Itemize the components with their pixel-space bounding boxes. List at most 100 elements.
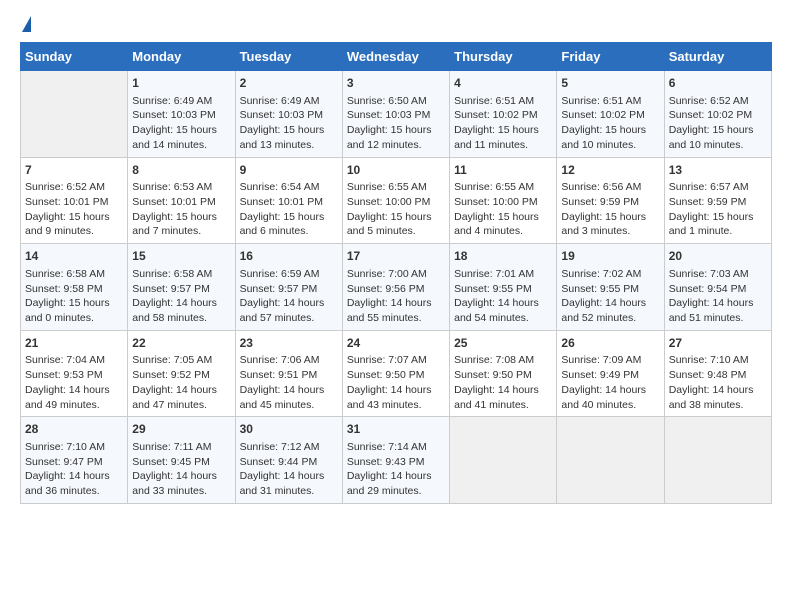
day-info: Sunrise: 7:02 AM Sunset: 9:55 PM Dayligh… <box>561 267 659 326</box>
day-info: Sunrise: 7:09 AM Sunset: 9:49 PM Dayligh… <box>561 353 659 412</box>
day-number: 19 <box>561 248 659 265</box>
day-info: Sunrise: 7:04 AM Sunset: 9:53 PM Dayligh… <box>25 353 123 412</box>
day-info: Sunrise: 7:14 AM Sunset: 9:43 PM Dayligh… <box>347 440 445 499</box>
day-number: 26 <box>561 335 659 352</box>
day-info: Sunrise: 6:58 AM Sunset: 9:57 PM Dayligh… <box>132 267 230 326</box>
day-number: 25 <box>454 335 552 352</box>
day-number: 13 <box>669 162 767 179</box>
calendar-cell: 31 Sunrise: 7:14 AM Sunset: 9:43 PM Dayli… <box>342 417 449 504</box>
calendar-cell: 6 Sunrise: 6:52 AM Sunset: 10:02 PM Dayli… <box>664 71 771 158</box>
day-number: 14 <box>25 248 123 265</box>
calendar-cell: 27Sunrise: 7:10 AM Sunset: 9:48 PM Dayli… <box>664 330 771 417</box>
day-number: 18 <box>454 248 552 265</box>
day-number: 23 <box>240 335 338 352</box>
calendar-cell: 1 Sunrise: 6:49 AM Sunset: 10:03 PM Dayli… <box>128 71 235 158</box>
calendar-cell: 10Sunrise: 6:55 AM Sunset: 10:00 PM Dayl… <box>342 157 449 244</box>
week-row-0: 1 Sunrise: 6:49 AM Sunset: 10:03 PM Dayli… <box>21 71 772 158</box>
header-tuesday: Tuesday <box>235 43 342 71</box>
day-info: Sunrise: 6:55 AM Sunset: 10:00 PM Daylig… <box>454 180 552 239</box>
calendar-cell: 30Sunrise: 7:12 AM Sunset: 9:44 PM Dayli… <box>235 417 342 504</box>
day-info: Sunrise: 6:55 AM Sunset: 10:00 PM Daylig… <box>347 180 445 239</box>
day-number: 31 <box>347 421 445 438</box>
calendar-cell: 20 Sunrise: 7:03 AM Sunset: 9:54 PM Dayli… <box>664 244 771 331</box>
calendar-cell: 29Sunrise: 7:11 AM Sunset: 9:45 PM Dayli… <box>128 417 235 504</box>
day-number: 3 <box>347 75 445 92</box>
calendar-cell: 18 Sunrise: 7:01 AM Sunset: 9:55 PM Dayli… <box>450 244 557 331</box>
calendar-cell: 17Sunrise: 7:00 AM Sunset: 9:56 PM Dayli… <box>342 244 449 331</box>
calendar-cell <box>450 417 557 504</box>
day-number: 9 <box>240 162 338 179</box>
day-info: Sunrise: 7:11 AM Sunset: 9:45 PM Dayligh… <box>132 440 230 499</box>
day-info: Sunrise: 6:57 AM Sunset: 9:59 PM Dayligh… <box>669 180 767 239</box>
calendar-cell: 11Sunrise: 6:55 AM Sunset: 10:00 PM Dayl… <box>450 157 557 244</box>
calendar-cell: 2 Sunrise: 6:49 AM Sunset: 10:03 PM Dayli… <box>235 71 342 158</box>
calendar-cell: 5 Sunrise: 6:51 AM Sunset: 10:02 PM Dayli… <box>557 71 664 158</box>
day-info: Sunrise: 6:59 AM Sunset: 9:57 PM Dayligh… <box>240 267 338 326</box>
logo-triangle-icon <box>22 16 31 32</box>
calendar-cell: 26Sunrise: 7:09 AM Sunset: 9:49 PM Dayli… <box>557 330 664 417</box>
day-info: Sunrise: 6:51 AM Sunset: 10:02 PM Daylig… <box>454 94 552 153</box>
day-number: 11 <box>454 162 552 179</box>
calendar-header: SundayMondayTuesdayWednesdayThursdayFrid… <box>21 43 772 71</box>
day-number: 6 <box>669 75 767 92</box>
day-number: 27 <box>669 335 767 352</box>
calendar-cell: 23Sunrise: 7:06 AM Sunset: 9:51 PM Dayli… <box>235 330 342 417</box>
day-info: Sunrise: 7:10 AM Sunset: 9:48 PM Dayligh… <box>669 353 767 412</box>
day-number: 20 <box>669 248 767 265</box>
header-row: SundayMondayTuesdayWednesdayThursdayFrid… <box>21 43 772 71</box>
day-info: Sunrise: 6:51 AM Sunset: 10:02 PM Daylig… <box>561 94 659 153</box>
calendar-cell: 25Sunrise: 7:08 AM Sunset: 9:50 PM Dayli… <box>450 330 557 417</box>
day-number: 7 <box>25 162 123 179</box>
day-number: 28 <box>25 421 123 438</box>
day-info: Sunrise: 7:03 AM Sunset: 9:54 PM Dayligh… <box>669 267 767 326</box>
calendar-cell: 9Sunrise: 6:54 AM Sunset: 10:01 PM Dayli… <box>235 157 342 244</box>
day-number: 15 <box>132 248 230 265</box>
calendar-body: 1 Sunrise: 6:49 AM Sunset: 10:03 PM Dayli… <box>21 71 772 504</box>
day-info: Sunrise: 7:10 AM Sunset: 9:47 PM Dayligh… <box>25 440 123 499</box>
day-info: Sunrise: 6:54 AM Sunset: 10:01 PM Daylig… <box>240 180 338 239</box>
calendar-cell <box>664 417 771 504</box>
day-info: Sunrise: 7:00 AM Sunset: 9:56 PM Dayligh… <box>347 267 445 326</box>
day-number: 21 <box>25 335 123 352</box>
day-number: 2 <box>240 75 338 92</box>
calendar-cell <box>557 417 664 504</box>
day-info: Sunrise: 7:07 AM Sunset: 9:50 PM Dayligh… <box>347 353 445 412</box>
calendar-cell: 28 Sunrise: 7:10 AM Sunset: 9:47 PM Dayli… <box>21 417 128 504</box>
week-row-2: 14Sunrise: 6:58 AM Sunset: 9:58 PM Dayli… <box>21 244 772 331</box>
day-info: Sunrise: 7:01 AM Sunset: 9:55 PM Dayligh… <box>454 267 552 326</box>
day-number: 5 <box>561 75 659 92</box>
day-info: Sunrise: 6:53 AM Sunset: 10:01 PM Daylig… <box>132 180 230 239</box>
calendar-cell: 16 Sunrise: 6:59 AM Sunset: 9:57 PM Dayli… <box>235 244 342 331</box>
day-number: 24 <box>347 335 445 352</box>
day-number: 10 <box>347 162 445 179</box>
calendar-cell: 7Sunrise: 6:52 AM Sunset: 10:01 PM Dayli… <box>21 157 128 244</box>
day-number: 8 <box>132 162 230 179</box>
day-number: 4 <box>454 75 552 92</box>
day-info: Sunrise: 7:06 AM Sunset: 9:51 PM Dayligh… <box>240 353 338 412</box>
calendar-cell: 22Sunrise: 7:05 AM Sunset: 9:52 PM Dayli… <box>128 330 235 417</box>
day-info: Sunrise: 6:49 AM Sunset: 10:03 PM Daylig… <box>132 94 230 153</box>
day-info: Sunrise: 7:08 AM Sunset: 9:50 PM Dayligh… <box>454 353 552 412</box>
header-wednesday: Wednesday <box>342 43 449 71</box>
calendar-cell: 3 Sunrise: 6:50 AM Sunset: 10:03 PM Dayli… <box>342 71 449 158</box>
day-number: 1 <box>132 75 230 92</box>
calendar-cell: 13Sunrise: 6:57 AM Sunset: 9:59 PM Dayli… <box>664 157 771 244</box>
week-row-1: 7Sunrise: 6:52 AM Sunset: 10:01 PM Dayli… <box>21 157 772 244</box>
day-info: Sunrise: 6:49 AM Sunset: 10:03 PM Daylig… <box>240 94 338 153</box>
header-friday: Friday <box>557 43 664 71</box>
logo <box>20 20 31 32</box>
calendar-cell: 12Sunrise: 6:56 AM Sunset: 9:59 PM Dayli… <box>557 157 664 244</box>
calendar-cell <box>21 71 128 158</box>
day-info: Sunrise: 7:12 AM Sunset: 9:44 PM Dayligh… <box>240 440 338 499</box>
day-info: Sunrise: 6:50 AM Sunset: 10:03 PM Daylig… <box>347 94 445 153</box>
day-info: Sunrise: 6:52 AM Sunset: 10:02 PM Daylig… <box>669 94 767 153</box>
day-number: 16 <box>240 248 338 265</box>
calendar-cell: 15 Sunrise: 6:58 AM Sunset: 9:57 PM Dayli… <box>128 244 235 331</box>
day-number: 22 <box>132 335 230 352</box>
header-thursday: Thursday <box>450 43 557 71</box>
page-header <box>20 20 772 32</box>
calendar-table: SundayMondayTuesdayWednesdayThursdayFrid… <box>20 42 772 504</box>
header-monday: Monday <box>128 43 235 71</box>
header-saturday: Saturday <box>664 43 771 71</box>
calendar-cell: 19 Sunrise: 7:02 AM Sunset: 9:55 PM Dayli… <box>557 244 664 331</box>
